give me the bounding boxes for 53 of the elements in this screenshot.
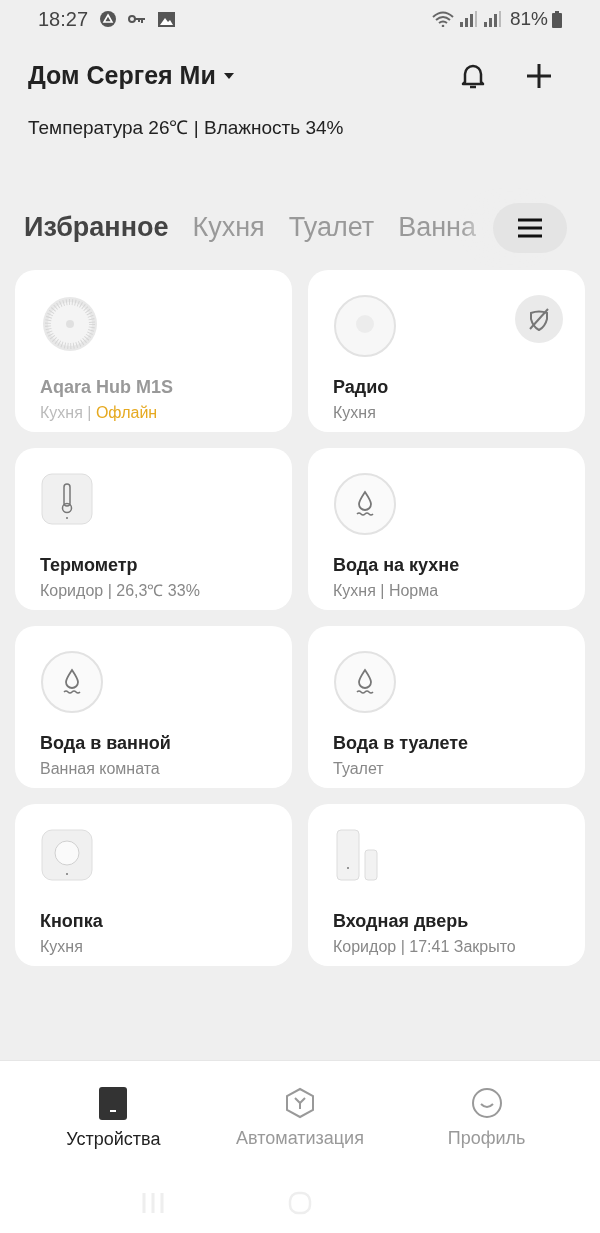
hexagon-icon [285, 1087, 315, 1119]
device-card[interactable]: Кнопка Кухня [15, 803, 292, 966]
device-card[interactable]: Вода в туалете Туалет [308, 625, 585, 788]
device-details: Кухня [40, 936, 84, 957]
dropdown-caret-icon [223, 73, 234, 79]
battery-percent: 81% [509, 6, 548, 31]
device-card[interactable]: Вода на кухне Кухня | Норма [308, 447, 585, 610]
bottom-nav-tab[interactable]: Устройства [28, 1087, 199, 1153]
device-name: Вода на кухне [333, 553, 461, 577]
device-details: Ванная комната [40, 758, 161, 779]
image-icon [158, 11, 176, 27]
device-name: Вода в туалете [333, 731, 470, 755]
device-details: Кухня | Норма [333, 580, 440, 601]
wifi-icon [431, 11, 454, 27]
water-sensor-icon [333, 649, 397, 714]
battery-icon [552, 10, 562, 28]
smiley-icon [470, 1087, 503, 1119]
speaker-device-icon [333, 293, 397, 358]
device-name: Вода в ванной [40, 731, 172, 755]
device-tab-icon [99, 1087, 128, 1120]
signal-icon [481, 11, 502, 27]
status-time: 18:27 [38, 7, 89, 32]
plus-icon [526, 63, 552, 89]
add-button[interactable] [526, 63, 552, 89]
water-sensor-icon [40, 649, 104, 714]
device-details: Кухня | Офлайн [40, 402, 159, 423]
home-selector[interactable]: Дом Сергея Ми [28, 57, 234, 95]
climate-summary: Температура 26℃ | Влажность 34% [27, 116, 345, 140]
device-card[interactable]: Термометр Коридор | 26,3℃ 33% [15, 447, 292, 610]
device-name: Aqara Hub M1S [40, 375, 175, 399]
notifications-button[interactable] [460, 62, 486, 90]
device-details: Коридор | 17:41 Закрыто [333, 936, 517, 957]
room-tab[interactable]: Избранное [24, 207, 169, 248]
thermometer-device-icon [40, 471, 94, 526]
device-card[interactable]: Входная дверь Коридор | 17:41 Закрыто [308, 803, 585, 966]
device-name: Кнопка [40, 909, 104, 933]
device-name: Входная дверь [333, 909, 470, 933]
app-notification-icon [100, 11, 117, 27]
device-card[interactable]: Вода в ванной Ванная комната [15, 625, 292, 788]
unlink-icon [515, 294, 563, 343]
menu-button[interactable] [493, 202, 567, 253]
device-details: Туалет [333, 758, 385, 779]
signal-icon [457, 11, 478, 27]
water-sensor-icon [333, 471, 397, 536]
device-name: Термометр [40, 553, 139, 577]
bell-icon [460, 62, 486, 90]
key-icon [128, 14, 147, 24]
device-details: Кухня [333, 402, 377, 423]
device-name: Радио [333, 375, 390, 399]
device-details: Коридор | 26,3℃ 33% [40, 580, 201, 601]
button-device-icon [40, 827, 94, 882]
device-card[interactable]: Радио Кухня [308, 269, 585, 432]
menu-icon [517, 217, 543, 238]
